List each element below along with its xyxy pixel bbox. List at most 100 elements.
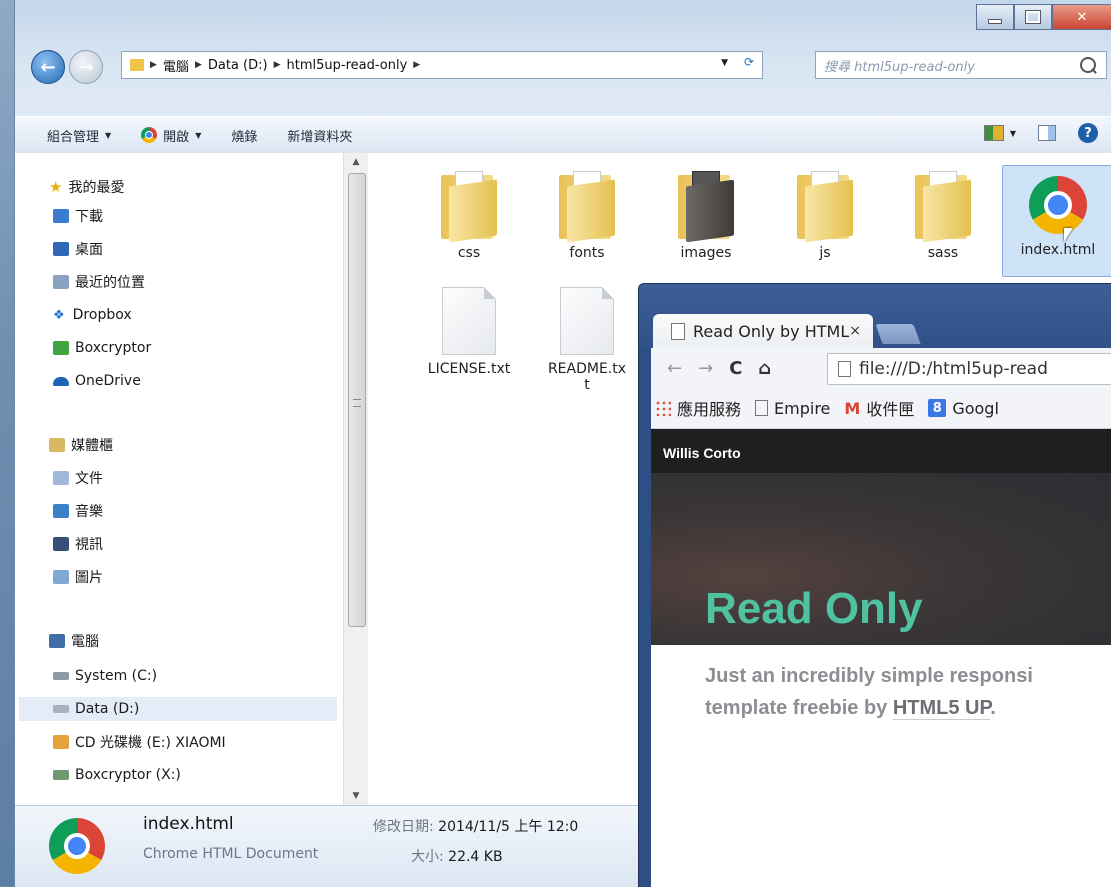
refresh-icon[interactable]: ⟳ [744,55,754,69]
nav-system-drive[interactable]: System (C:) [53,664,157,688]
nav-boxcryptor-drive[interactable]: Boxcryptor (X:) [53,763,181,787]
network-drive-icon [53,770,69,780]
back-button[interactable]: ← [31,50,65,84]
pictures-icon [53,570,69,584]
nav-scrollbar[interactable]: ▲ ▼ [343,153,368,805]
nav-recent[interactable]: 最近的位置 [53,270,145,294]
file-item-license[interactable]: LICENSE.txt [414,279,524,399]
title-bar[interactable]: ✕ [15,0,1111,40]
back-arrow-icon[interactable]: ← [667,358,682,379]
maximize-icon [1025,10,1041,24]
nav-favorites[interactable]: ★ 我的最愛 [49,175,124,199]
folder-icon [678,169,734,243]
file-item-js[interactable]: js [770,155,880,273]
help-icon[interactable]: ? [1078,123,1098,143]
bookmark-google[interactable]: 8 Googl [928,399,999,418]
chevron-down-icon: ▼ [105,130,112,140]
reload-icon[interactable]: C [729,358,742,379]
file-item-css[interactable]: css [414,155,524,273]
minimize-button[interactable] [976,4,1014,30]
drive-icon [53,672,69,680]
new-folder-button[interactable]: 新增資料夾 [287,126,352,145]
file-item-readme[interactable]: README.tx t [532,279,642,409]
burn-button[interactable]: 燒錄 [231,126,257,145]
forward-arrow-icon[interactable]: → [698,358,713,379]
nav-documents[interactable]: 文件 [53,466,103,490]
search-box[interactable]: 搜尋 html5up-read-only [815,51,1107,79]
preview-pane-button[interactable] [1038,125,1056,141]
downloads-icon [53,209,69,223]
dropbox-icon: ❖ [53,307,65,323]
command-bar: 組合管理 ▼ 開啟 ▼ 燒錄 新增資料夾 ▼ ? [15,116,1111,154]
file-item-index-html[interactable]: index.html [1002,165,1111,277]
arrow-right-icon: → [78,56,94,78]
close-tab-icon[interactable]: × [849,323,861,339]
nav-desktop[interactable]: 桌面 [53,237,103,261]
web-page: Willis Corto [651,429,1111,887]
nav-computer[interactable]: 電腦 [49,629,99,653]
scroll-thumb[interactable] [348,173,366,627]
nav-music[interactable]: 音樂 [53,499,103,523]
url-text: file:///D:/html5up-read [859,359,1048,379]
home-icon[interactable]: ⌂ [758,358,771,379]
arrow-left-icon: ← [40,56,56,78]
file-item-fonts[interactable]: fonts [532,155,642,273]
text-file-icon [560,287,614,355]
scroll-down-icon[interactable]: ▼ [344,787,368,805]
toolbar-row: ← → C ⌂ file:///D:/html5up-read [651,348,1111,388]
tab-read-only[interactable]: Read Only by HTML × [653,314,873,348]
site-author-name[interactable]: Willis Corto [663,445,741,461]
page-icon [671,322,685,340]
view-icon [983,125,1004,141]
chevron-right-icon: ▶ [150,60,157,70]
organize-button[interactable]: 組合管理 ▼ [47,126,111,145]
library-icon [49,438,65,452]
scroll-up-icon[interactable]: ▲ [344,153,368,171]
mouse-cursor [1064,228,1073,242]
search-icon[interactable] [1080,57,1096,73]
file-size: 大小: 22.4 KB [411,849,503,865]
chrome-icon [141,127,158,143]
address-bar[interactable]: ▶ 電腦 ▶ Data (D:) ▶ html5up-read-only ▶ ▼… [121,51,763,79]
nav-boxcryptor[interactable]: Boxcryptor [53,336,151,360]
boxcryptor-icon [53,341,69,355]
chevron-right-icon: ▶ [273,60,281,70]
close-button[interactable]: ✕ [1052,4,1111,30]
chevron-right-icon: ▶ [413,60,421,70]
maximize-button[interactable] [1014,4,1052,30]
videos-icon [53,537,69,551]
nav-videos[interactable]: 視訊 [53,532,103,556]
cd-drive-icon [53,735,69,749]
chrome-icon [49,818,105,874]
breadcrumb-current-folder[interactable]: html5up-read-only [287,58,408,73]
url-bar[interactable]: file:///D:/html5up-read [827,353,1111,385]
open-button[interactable]: 開啟 ▼ [141,126,201,145]
file-item-sass[interactable]: sass [888,155,998,273]
search-input[interactable]: 搜尋 html5up-read-only [824,56,1080,75]
grip-icon [353,399,361,407]
bookmark-apps[interactable]: 應用服務 [655,396,741,420]
nav-onedrive[interactable]: OneDrive [53,369,141,393]
folder-icon [559,169,615,243]
breadcrumb-computer[interactable]: 電腦 [163,56,189,75]
gmail-icon: M [844,398,861,418]
html5up-link[interactable]: HTML5 UP [892,697,991,720]
nav-pictures[interactable]: 圖片 [53,565,103,589]
chevron-down-icon[interactable]: ▼ [721,58,728,68]
desktop-icon [53,242,69,256]
nav-dropbox[interactable]: ❖ Dropbox [53,303,132,327]
change-view-button[interactable]: ▼ [983,125,1016,141]
bookmark-inbox[interactable]: M 收件匣 [844,396,914,420]
nav-libraries[interactable]: 媒體櫃 [49,433,113,457]
nav-cd-drive[interactable]: CD 光碟機 (E:) XIAOMI [53,730,226,754]
computer-icon [49,634,65,648]
recent-places-icon [53,275,69,289]
nav-data-drive[interactable]: Data (D:) [19,697,337,721]
file-item-images[interactable]: images [651,155,761,273]
forward-button[interactable]: → [69,50,103,84]
bookmark-empire[interactable]: Empire [755,399,830,418]
breadcrumb-data-drive[interactable]: Data (D:) [208,58,268,73]
nav-downloads[interactable]: 下載 [53,204,103,228]
minimize-icon [988,18,1002,24]
new-tab-button[interactable] [875,324,921,344]
